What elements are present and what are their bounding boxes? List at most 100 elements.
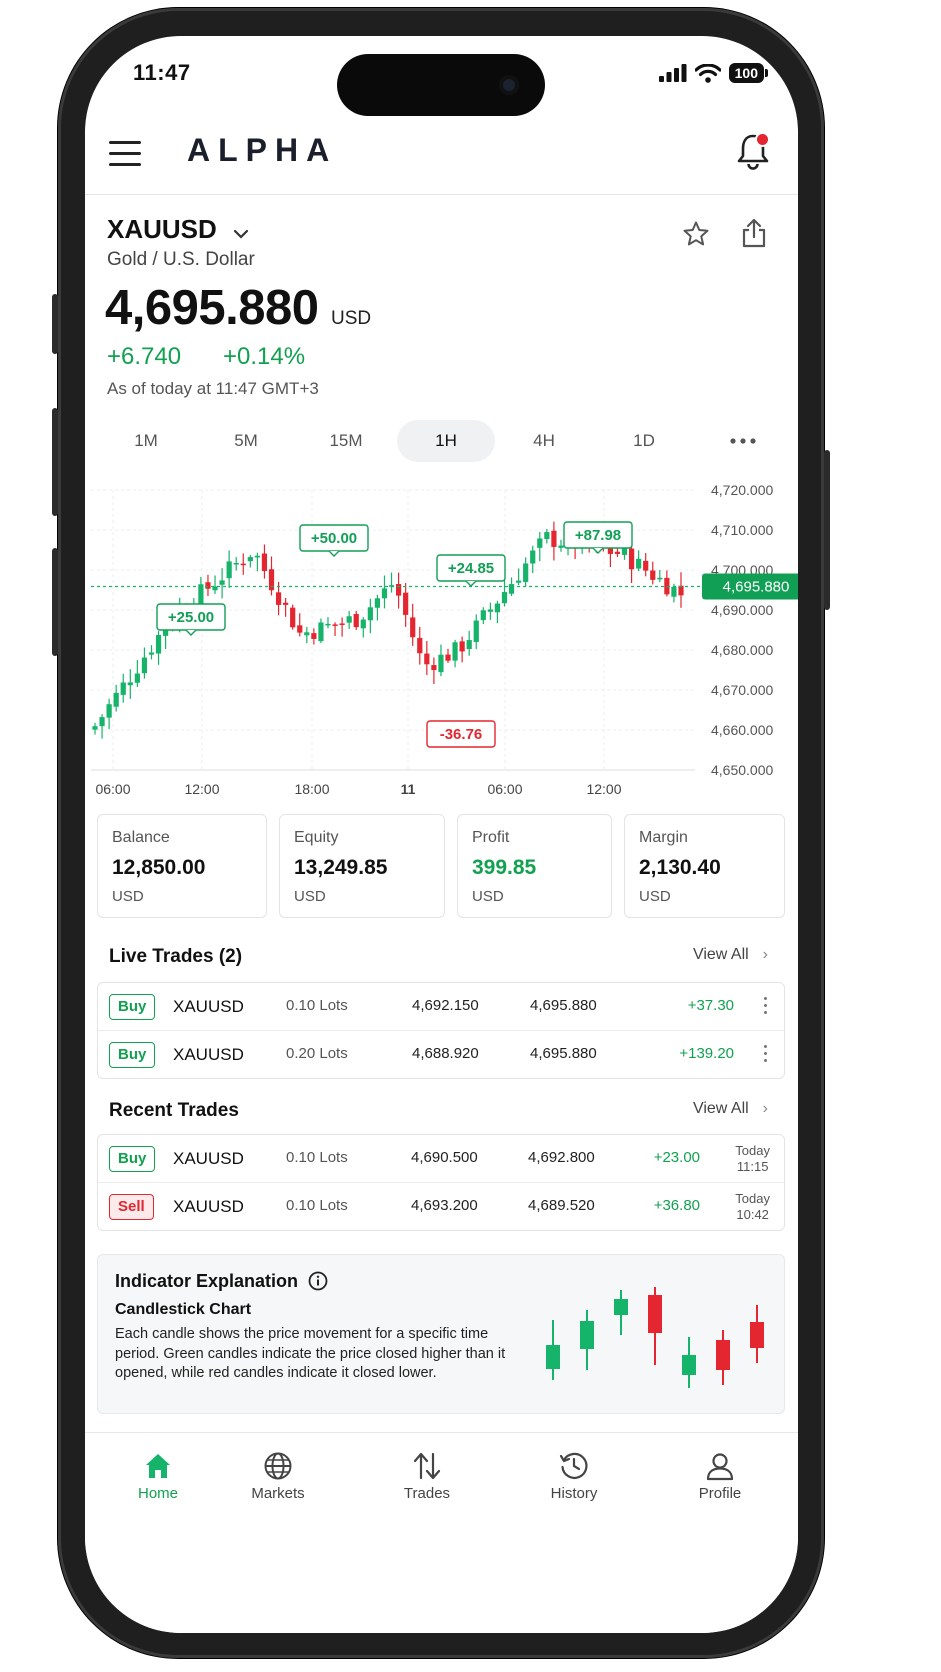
nav-profile[interactable]: Profile bbox=[675, 1451, 765, 1502]
x-tick-label: 06:00 bbox=[487, 781, 522, 797]
more-icon[interactable] bbox=[730, 438, 756, 444]
candle-body bbox=[92, 726, 98, 730]
trade-day: Today bbox=[735, 1143, 770, 1158]
profile-icon bbox=[706, 1453, 734, 1481]
menu-icon[interactable] bbox=[109, 141, 141, 167]
side-badge: Buy bbox=[109, 994, 156, 1020]
trade-pl: +23.00 bbox=[653, 1149, 700, 1166]
stat-value: 2,130.40 bbox=[639, 856, 721, 879]
row-menu-icon[interactable] bbox=[764, 1045, 768, 1066]
trade-open-price: 4,688.920 bbox=[412, 1045, 479, 1062]
tab-1m[interactable]: 1M bbox=[97, 420, 195, 462]
candle-body bbox=[261, 553, 268, 571]
annotation-label: +24.85 bbox=[448, 560, 494, 577]
notifications-button[interactable] bbox=[736, 132, 772, 172]
trade-day: Today bbox=[735, 1191, 770, 1206]
row-menu-icon[interactable] bbox=[764, 997, 768, 1018]
symbol-name: XAUUSD bbox=[107, 214, 217, 244]
candle-body bbox=[551, 530, 557, 547]
stat-currency: USD bbox=[639, 888, 671, 905]
candle-body bbox=[487, 609, 493, 612]
current-price: 4,695.880 bbox=[105, 281, 319, 335]
nav-label: Home bbox=[137, 1485, 178, 1502]
view-all-label: View All bbox=[692, 1100, 749, 1117]
nav-markets[interactable]: Markets bbox=[233, 1451, 323, 1502]
margin-card: Margin 2,130.40 USD bbox=[624, 814, 785, 918]
stat-label: Equity bbox=[294, 829, 339, 846]
status-icons: 100 bbox=[658, 63, 768, 83]
info-icon[interactable] bbox=[308, 1271, 328, 1291]
y-tick-label: 4,650.000 bbox=[711, 762, 773, 778]
stat-currency: USD bbox=[112, 888, 144, 905]
candle-body bbox=[395, 584, 402, 596]
tab-5m[interactable]: 5M bbox=[197, 420, 295, 462]
y-tick-label: 4,680.000 bbox=[711, 642, 773, 658]
trade-symbol: XAUUSD bbox=[173, 1149, 244, 1168]
table-row[interactable]: Sell XAUUSD 0.10 Lots 4,693.200 4,689.52… bbox=[98, 1183, 784, 1230]
x-tick-label: 11 bbox=[401, 781, 416, 797]
recent-trades-title: Recent Trades bbox=[109, 1100, 239, 1121]
tab-15m[interactable]: 15M bbox=[297, 420, 395, 462]
candle-body bbox=[650, 570, 656, 580]
candle-body bbox=[339, 623, 345, 625]
star-icon[interactable] bbox=[682, 220, 710, 248]
candle-body bbox=[537, 538, 543, 548]
symbol-selector[interactable]: XAUUSD bbox=[107, 214, 249, 245]
x-tick-label: 12:00 bbox=[184, 781, 219, 797]
recent-trades-view-all[interactable]: View All › bbox=[693, 1100, 768, 1118]
battery-icon bbox=[765, 69, 768, 77]
nav-home[interactable]: Home bbox=[113, 1451, 203, 1502]
trade-open-price: 4,693.200 bbox=[411, 1197, 478, 1214]
candle-body bbox=[226, 561, 232, 579]
battery-level: 100 bbox=[728, 63, 764, 83]
trade-symbol: XAUUSD bbox=[173, 1045, 244, 1064]
nav-history[interactable]: History bbox=[529, 1451, 619, 1502]
balance-card: Balance 12,850.00 USD bbox=[97, 814, 267, 918]
trade-pl: +36.80 bbox=[653, 1197, 700, 1214]
table-row[interactable]: Buy XAUUSD 0.10 Lots 4,690.500 4,692.800… bbox=[98, 1135, 784, 1183]
indicator-subtitle: Candlestick Chart bbox=[115, 1301, 252, 1318]
tab-4h[interactable]: 4H bbox=[495, 420, 593, 462]
globe-icon bbox=[264, 1452, 292, 1480]
price-chart[interactable]: 4,720.0004,710.0004,700.0004,690.0004,68… bbox=[85, 472, 798, 802]
share-icon[interactable] bbox=[741, 218, 767, 248]
trade-current-price: 4,695.880 bbox=[530, 1045, 597, 1062]
trade-close-price: 4,692.800 bbox=[528, 1149, 595, 1166]
candle-body bbox=[304, 632, 310, 636]
candle-body bbox=[275, 592, 282, 605]
live-trades-view-all[interactable]: View All › bbox=[693, 946, 768, 964]
nav-label: Profile bbox=[698, 1485, 742, 1502]
account-summary: Balance 12,850.00 USD Equity 13,249.85 U… bbox=[97, 814, 785, 918]
trade-clock: 10:42 bbox=[736, 1207, 769, 1222]
table-row[interactable]: Buy XAUUSD 0.10 Lots 4,692.150 4,695.880… bbox=[98, 983, 784, 1031]
candle-body bbox=[297, 625, 303, 633]
candle-body bbox=[353, 613, 359, 628]
candle-body bbox=[113, 692, 119, 707]
nav-trades[interactable]: Trades bbox=[382, 1451, 472, 1502]
tab-1d[interactable]: 1D bbox=[595, 420, 693, 462]
phone-power-button bbox=[824, 450, 830, 610]
candle-body bbox=[410, 617, 416, 638]
candle-body bbox=[466, 640, 472, 650]
tab-1h[interactable]: 1H bbox=[397, 420, 495, 462]
candle-body bbox=[247, 557, 253, 562]
pair-description: Gold / U.S. Dollar bbox=[107, 249, 255, 270]
annotation-label: +25.00 bbox=[168, 609, 214, 626]
candle-body bbox=[459, 641, 465, 652]
table-row[interactable]: Buy XAUUSD 0.20 Lots 4,688.920 4,695.880… bbox=[98, 1031, 784, 1078]
chevron-right-icon: › bbox=[762, 1100, 768, 1117]
candle-body bbox=[431, 665, 437, 671]
chevron-down-icon bbox=[234, 229, 249, 239]
trade-symbol: XAUUSD bbox=[173, 997, 244, 1016]
live-trades-title: Live Trades (2) bbox=[109, 946, 243, 967]
candle-body bbox=[346, 616, 352, 623]
indicator-title: Indicator Explanation bbox=[115, 1271, 299, 1291]
recent-trades-table: Buy XAUUSD 0.10 Lots 4,690.500 4,692.800… bbox=[97, 1134, 785, 1231]
candle-body bbox=[438, 654, 444, 673]
candle-body bbox=[254, 555, 260, 558]
candle-body bbox=[318, 622, 324, 642]
y-tick-label: 4,670.000 bbox=[711, 682, 773, 698]
stat-label: Profit bbox=[472, 829, 510, 846]
candle-body bbox=[657, 577, 663, 580]
candle-body bbox=[283, 602, 289, 605]
